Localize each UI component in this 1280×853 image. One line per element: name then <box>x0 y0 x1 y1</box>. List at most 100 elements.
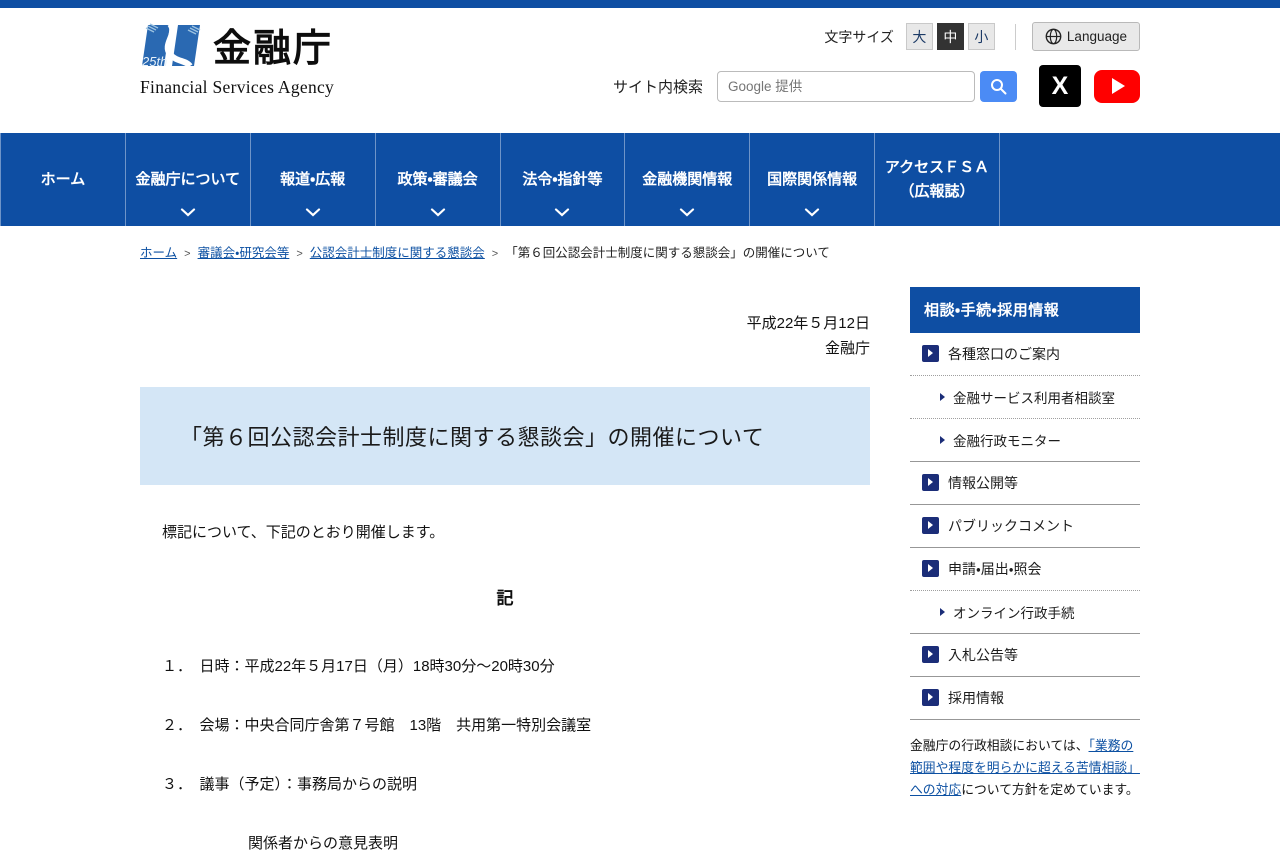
nav-item-label: 金融庁について <box>135 170 241 188</box>
sidebar-item-label: 情報公開等 <box>948 474 1018 491</box>
sidebar-item[interactable]: パブリックコメント <box>910 505 1140 548</box>
x-social-button[interactable]: X <box>1039 65 1081 107</box>
sidebar-item[interactable]: 入札公告等 <box>910 634 1140 677</box>
x-icon: X <box>1051 71 1069 100</box>
nav-item[interactable]: ホーム <box>1 133 126 226</box>
site-header: 25th 金融庁 Financial Services Agency 文字サイズ… <box>0 8 1280 133</box>
publish-date: 平成22年５月12日 <box>746 314 870 332</box>
site-search-input[interactable] <box>717 70 975 102</box>
sidebar-item-label: オンライン行政手続 <box>953 605 1075 621</box>
nav-item[interactable]: 報道・広報 <box>251 133 376 226</box>
top-accent-bar <box>0 0 1280 8</box>
font-size-button[interactable]: 中 <box>936 23 964 50</box>
site-search-label: サイト内検索 <box>612 78 703 96</box>
arrow-square-icon <box>922 560 939 577</box>
sidebar-note: 金融庁の行政相談においては、「業務の範囲や程度を明らかに超える苦情相談」への対応… <box>910 735 1140 801</box>
chevron-down-icon <box>305 208 320 217</box>
sidebar-item[interactable]: 情報公開等 <box>910 462 1140 505</box>
nav-item[interactable]: 法令・指針等 <box>501 133 626 226</box>
arrow-triangle-icon <box>940 435 945 444</box>
sidebar-list: 各種窓口のご案内 金融サービス利用者相談室 金融行政モニター 情報公開等 パブリ… <box>910 333 1140 720</box>
main-content: 平成22年５月12日 金融庁 「第６回公認会計士制度に関する懇談会」の開催につい… <box>140 287 870 853</box>
breadcrumb-link[interactable]: ホーム <box>140 246 177 260</box>
body-list-item: ２． 会場：中央合同庁舎第７号館 13階 共用第一特別会議室 <box>162 716 592 734</box>
sidebar-item[interactable]: 採用情報 <box>910 677 1140 720</box>
chevron-down-icon <box>680 208 695 217</box>
nav-item[interactable]: アクセスＦＳＡ （広報誌） <box>875 133 1000 226</box>
arrow-square-icon <box>922 646 939 663</box>
font-size-buttons: 大中小 <box>902 23 995 50</box>
youtube-social-button[interactable] <box>1094 69 1140 103</box>
sidebar-item[interactable]: 金融行政モニター <box>910 419 1140 462</box>
nav-item-label: アクセスＦＳＡ （広報誌） <box>884 159 990 200</box>
intro-text: 標記について、下記のとおり開催します。 <box>162 523 445 541</box>
font-size-button[interactable]: 大 <box>905 23 933 50</box>
nav-item-label: 法令・指針等 <box>522 170 603 188</box>
sidebar-note-pre: 金融庁の行政相談においては、 <box>910 737 1089 753</box>
sidebar-item-label: 金融サービス利用者相談室 <box>953 390 1115 406</box>
sidebar-item[interactable]: 金融サービス利用者相談室 <box>910 376 1140 419</box>
fsa-logo-mark-icon: 25th <box>140 22 206 76</box>
sidebar: 相談・手続・採用情報 各種窓口のご案内 金融サービス利用者相談室 金融行政モニタ… <box>910 286 1140 801</box>
nav-item-label: ホーム <box>40 170 86 188</box>
breadcrumb-separator: > <box>296 248 303 260</box>
body-list-item: ３． 議事（予定）：事務局からの説明 <box>162 775 418 793</box>
arrow-square-icon <box>922 345 939 362</box>
body-item-continuation: 関係者からの意見表明 <box>248 834 399 852</box>
sidebar-item[interactable]: オンライン行政手続 <box>910 591 1140 634</box>
search-button[interactable] <box>980 70 1017 102</box>
sidebar-item[interactable]: 申請・届出・照会 <box>910 548 1140 591</box>
nav-list: ホーム 金融庁について 報道・広報 政策・審議会 法令・指針等 金融機関情報 国… <box>0 133 1000 226</box>
body-list-item: １． 日時：平成22年５月17日（月）18時30分～20時30分 <box>162 657 555 675</box>
sidebar-item[interactable]: 各種窓口のご案内 <box>910 333 1140 376</box>
nav-item[interactable]: 政策・審議会 <box>376 133 501 226</box>
logo-25th-badge: 25th <box>141 54 167 69</box>
nav-item[interactable]: 金融庁について <box>126 133 251 226</box>
breadcrumb-separator: > <box>491 248 499 260</box>
breadcrumb-separator: > <box>184 248 191 260</box>
sidebar-item-label: 申請・届出・照会 <box>948 560 1042 577</box>
body-list: １． 日時：平成22年５月17日（月）18時30分～20時30分 ２． 会場：中央… <box>162 655 870 794</box>
arrow-triangle-icon <box>940 607 945 616</box>
logo-title: 金融庁 <box>213 28 334 70</box>
breadcrumb-link[interactable]: 審議会・研究会等 <box>198 246 290 260</box>
language-button-label: Language <box>1066 29 1127 44</box>
nav-item-label: 金融機関情報 <box>642 170 733 188</box>
chevron-down-icon <box>180 208 195 217</box>
publish-agency: 金融庁 <box>824 339 870 357</box>
language-button[interactable]: Language <box>1031 22 1140 51</box>
breadcrumb-link[interactable]: 公認会計士制度に関する懇談会 <box>310 246 485 260</box>
globe-icon <box>1045 28 1062 45</box>
nav-item[interactable]: 金融機関情報 <box>625 133 751 226</box>
sidebar-header: 相談・手続・採用情報 <box>910 286 1140 333</box>
sidebar-item-label: 入札公告等 <box>948 646 1018 663</box>
main-nav: ホーム 金融庁について 報道・広報 政策・審議会 法令・指針等 金融機関情報 国… <box>0 133 1280 226</box>
youtube-play-icon <box>1112 78 1125 94</box>
chevron-down-icon <box>555 208 570 217</box>
date-block: 平成22年５月12日 金融庁 <box>140 311 870 361</box>
chevron-down-icon <box>805 208 820 217</box>
breadcrumb-current: 「第６回公認会計士制度に関する懇談会」の開催について <box>505 246 830 260</box>
chevron-down-icon <box>430 208 445 217</box>
search-icon <box>990 78 1007 95</box>
sidebar-item-label: パブリックコメント <box>948 517 1074 534</box>
nav-item-label: 政策・審議会 <box>397 170 478 188</box>
breadcrumb: ホーム > 審議会・研究会等 > 公認会計士制度に関する懇談会 > 「第６回公認会計士制度に… <box>140 245 1140 263</box>
arrow-square-icon <box>922 689 939 706</box>
fsa-logo[interactable]: 25th 金融庁 Financial Services Agency <box>140 22 334 98</box>
font-size-label: 文字サイズ <box>824 28 894 45</box>
ki-heading: 記 <box>496 588 514 608</box>
nav-item[interactable]: 国際関係情報 <box>750 133 876 226</box>
arrow-square-icon <box>922 474 939 491</box>
sidebar-item-label: 金融行政モニター <box>953 433 1061 449</box>
nav-item-label: 報道・広報 <box>280 170 346 188</box>
logo-subtitle: Financial Services Agency <box>140 77 335 97</box>
page-title: 「第６回公認会計士制度に関する懇談会」の開催について <box>140 386 870 485</box>
arrow-triangle-icon <box>940 392 945 401</box>
sidebar-item-label: 採用情報 <box>948 689 1004 706</box>
sidebar-item-label: 各種窓口のご案内 <box>948 345 1060 362</box>
header-divider <box>1014 23 1016 50</box>
sidebar-note-post: について方針を定めています。 <box>961 781 1139 797</box>
nav-item-label: 国際関係情報 <box>767 170 858 188</box>
font-size-button[interactable]: 小 <box>967 23 995 50</box>
